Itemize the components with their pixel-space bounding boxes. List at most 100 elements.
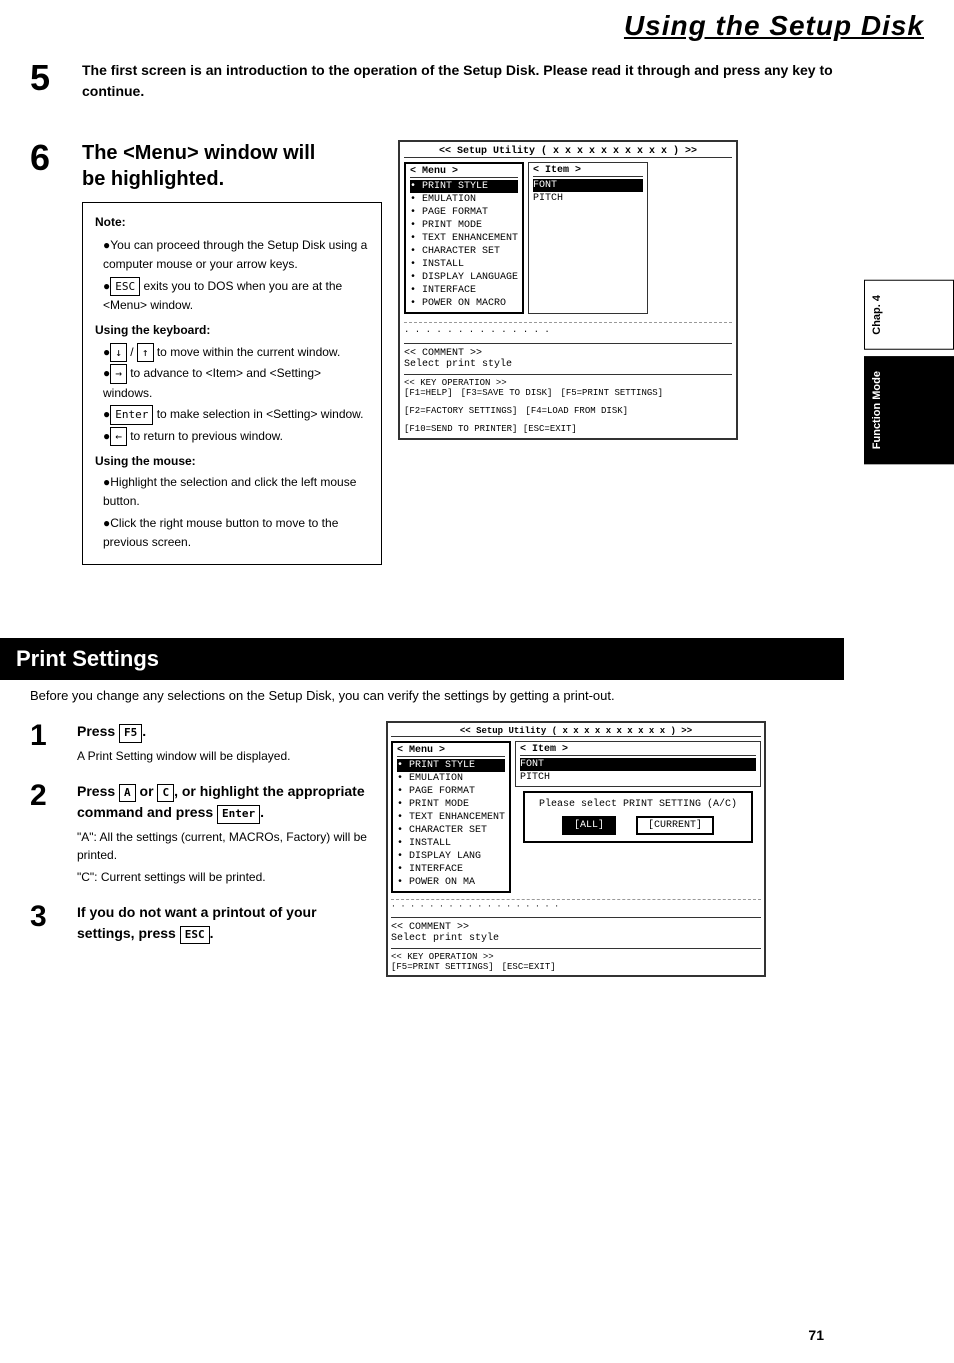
menu-pane-2-title: < Menu > bbox=[397, 745, 505, 757]
step6-number: 6 bbox=[30, 140, 70, 565]
menu-item-3: • PAGE FORMAT bbox=[410, 206, 518, 219]
ps-step1-desc: A Print Setting window will be displayed… bbox=[77, 747, 370, 765]
dialog-btn-all: [ALL] bbox=[562, 816, 616, 835]
keyop-1-f4: [F4=LOAD FROM DISK] bbox=[525, 406, 628, 416]
step5-text: The first screen is an introduction to t… bbox=[82, 60, 844, 102]
setup-screen-2-title: << Setup Utility ( x x x x x x x x x x )… bbox=[391, 726, 761, 737]
setup-screen-1-title: << Setup Utility ( x x x x x x x x x x )… bbox=[404, 146, 732, 158]
menu-pane-2: < Menu > • PRINT STYLE • EMULATION • PAG… bbox=[391, 741, 511, 893]
kb-item-1: ●↓ / ↑ to move within the current window… bbox=[103, 343, 369, 363]
item2-font: FONT bbox=[520, 758, 756, 771]
ps-step2-desc-c: "C": Current settings will be printed. bbox=[77, 868, 370, 886]
comment-2-text: Select print style bbox=[391, 933, 761, 944]
ps-step2-num: 2 bbox=[30, 781, 65, 886]
side-tabs: Chap. 4 Function Mode bbox=[864, 280, 954, 464]
setup-screen-area: << Setup Utility ( x x x x x x x x x x )… bbox=[398, 140, 844, 565]
ps-step1-content: Press F5. A Print Setting window will be… bbox=[77, 721, 370, 765]
step5-container: 5 The first screen is an introduction to… bbox=[30, 60, 844, 102]
ps-step3-num: 3 bbox=[30, 902, 65, 949]
item-pane-2-title: < Item > bbox=[520, 744, 756, 756]
comment-2-title: << COMMENT >> bbox=[391, 922, 469, 933]
note-box: Note: ●You can proceed through the Setup… bbox=[82, 202, 382, 565]
ps-step2-content: Press A or C, or high­light the appropri… bbox=[77, 781, 370, 886]
ps-step1-title: Press F5. bbox=[77, 721, 370, 743]
page-header-title: Using the Setup Disk bbox=[624, 10, 924, 42]
dialog-buttons: [ALL] [CURRENT] bbox=[535, 816, 741, 835]
step5-number: 5 bbox=[30, 60, 70, 96]
setup-screen-2: << Setup Utility ( x x x x x x x x x x )… bbox=[386, 721, 766, 977]
menu2-item-2: • EMULATION bbox=[397, 772, 505, 785]
menu-pane: < Menu > • PRINT STYLE • EMULATION • PAG… bbox=[404, 162, 524, 314]
setup-keyop-2: << KEY OPERATION >> [F5=PRINT SETTINGS] … bbox=[391, 948, 761, 972]
right-kbd: → bbox=[110, 364, 127, 384]
ps-steps-and-screen: 1 Press F5. A Print Setting window will … bbox=[30, 721, 844, 977]
page-number: 71 bbox=[808, 1327, 824, 1343]
keyop-1-f2: [F2=FACTORY SETTINGS] bbox=[404, 406, 517, 416]
setup-screen-1-body: < Menu > • PRINT STYLE • EMULATION • PAG… bbox=[404, 162, 732, 314]
keyop-2-f5: [F5=PRINT SETTINGS] bbox=[391, 962, 494, 972]
print-settings-body: Before you change any selections on the … bbox=[30, 688, 844, 977]
f5-kbd: F5 bbox=[119, 724, 142, 743]
menu2-item-5: • TEXT ENHANCEMENT bbox=[397, 811, 505, 824]
item-font: FONT bbox=[533, 179, 643, 192]
setup-comment-2: << COMMENT >> Select print style bbox=[391, 917, 761, 944]
step6-container: 6 The <Menu> window will be highlighted.… bbox=[30, 140, 844, 565]
keyop-1-f1: [F1=HELP] bbox=[404, 388, 453, 398]
menu-item-5: • TEXT ENHANCEMENT bbox=[410, 232, 518, 245]
keyop-1-f3: [F3=SAVE TO DISK] bbox=[461, 388, 553, 398]
setup-keyop-1: << KEY OPERATION >> [F1=HELP] [F3=SAVE T… bbox=[404, 374, 732, 434]
menu2-item-9: • INTERFACE bbox=[397, 863, 505, 876]
esc-kbd: ESC bbox=[110, 277, 140, 297]
item2-pitch: PITCH bbox=[520, 771, 756, 784]
step6-title-line2: be highlighted. bbox=[82, 168, 224, 190]
a-kbd: A bbox=[119, 784, 136, 803]
ps-intro: Before you change any selections on the … bbox=[30, 688, 844, 703]
menu2-item-1: • PRINT STYLE bbox=[397, 759, 505, 772]
comment-1-title: << COMMENT >> bbox=[404, 348, 482, 359]
menu-item-8: • DISPLAY LANGUAGE bbox=[410, 271, 518, 284]
ps-step2-desc-a: "A": All the settings (current, MACROs, … bbox=[77, 828, 370, 864]
setup-comment-1: << COMMENT >> Select print style bbox=[404, 343, 732, 370]
func-tab: Function Mode bbox=[864, 356, 954, 464]
c-kbd: C bbox=[157, 784, 174, 803]
mouse-item-2: ●Click the right mouse button to move to… bbox=[103, 514, 369, 552]
menu2-item-8: • DISPLAY LANG bbox=[397, 850, 505, 863]
note-title: Note: bbox=[95, 213, 369, 232]
comment-1-text: Select print style bbox=[404, 359, 732, 370]
keyop-1-title: << KEY OPERATION >> bbox=[404, 378, 732, 388]
ps-step2: 2 Press A or C, or high­light the approp… bbox=[30, 781, 370, 886]
keyop-2-title: << KEY OPERATION >> bbox=[391, 952, 761, 962]
setup-screen-2-area: << Setup Utility ( x x x x x x x x x x )… bbox=[386, 721, 844, 977]
menu-item-7: • INSTALL bbox=[410, 258, 518, 271]
menu2-item-3: • PAGE FORMAT bbox=[397, 785, 505, 798]
ps-step1: 1 Press F5. A Print Setting window will … bbox=[30, 721, 370, 765]
keyop-1-f5: [F5=PRINT SETTINGS] bbox=[560, 388, 663, 398]
screen2-right: < Item > FONT PITCH Please select PRINT … bbox=[515, 741, 761, 893]
step6-title-line1: The <Menu> window will bbox=[82, 142, 315, 164]
kb-item-3: ●Enter to make selection in <Setting> wi… bbox=[103, 405, 369, 425]
kb-item-4: ●← to return to previous window. bbox=[103, 427, 369, 447]
screen2-dots: · · · · · · · · · · · · · · · · · · bbox=[391, 899, 761, 911]
menu-item-2: • EMULATION bbox=[410, 193, 518, 206]
ps-step2-title: Press A or C, or high­light the appropri… bbox=[77, 781, 370, 824]
menu-item-9: • INTERFACE bbox=[410, 284, 518, 297]
keyop-2-row: [F5=PRINT SETTINGS] [ESC=EXIT] bbox=[391, 962, 761, 972]
kb-item-2: ●→ to advance to <Item> and <Setting> wi… bbox=[103, 364, 369, 403]
menu-item-10: • POWER ON MACRO bbox=[410, 297, 518, 310]
step6-content: The <Menu> window will be highlighted. N… bbox=[82, 140, 844, 565]
enter-kbd: Enter bbox=[110, 405, 153, 425]
step6-title: The <Menu> window will be highlighted. bbox=[82, 140, 382, 192]
screen-dots: · · · · · · · · · · · · · · bbox=[404, 322, 732, 337]
keyop-1-row: [F1=HELP] [F3=SAVE TO DISK] [F5=PRINT SE… bbox=[404, 388, 732, 434]
keyboard-title: Using the keyboard: bbox=[95, 321, 369, 340]
left-kbd: ← bbox=[110, 427, 127, 447]
item-pane-title: < Item > bbox=[533, 165, 643, 177]
menu2-item-10: • POWER ON MA bbox=[397, 876, 505, 889]
menu-item-4: • PRINT MODE bbox=[410, 219, 518, 232]
dialog-btn-current: [CURRENT] bbox=[636, 816, 714, 835]
menu2-item-7: • INSTALL bbox=[397, 837, 505, 850]
menu-item-1: • PRINT STYLE bbox=[410, 180, 518, 193]
setup-screen-2-body: < Menu > • PRINT STYLE • EMULATION • PAG… bbox=[391, 741, 761, 893]
esc2-kbd: ESC bbox=[180, 926, 210, 945]
menu-item-6: • CHARACTER SET bbox=[410, 245, 518, 258]
